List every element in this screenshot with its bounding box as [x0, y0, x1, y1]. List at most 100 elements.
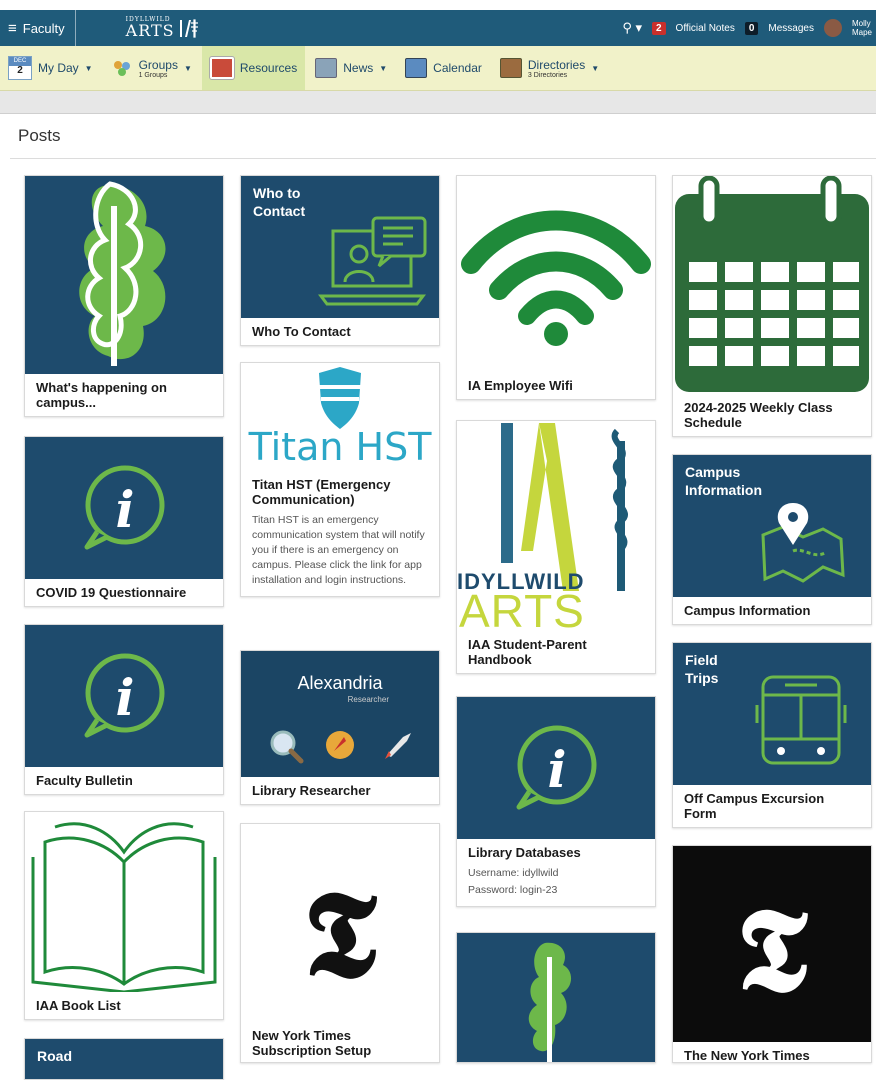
card-thumbnail — [457, 176, 655, 372]
chevron-down-icon: ▼ — [84, 63, 93, 73]
card-title: IA Employee Wifi — [468, 378, 573, 393]
tree-icon — [79, 181, 166, 366]
post-card-tree[interactable] — [456, 932, 656, 1063]
nav-resources[interactable]: Resources — [201, 46, 306, 90]
card-thumbnail: Road — [25, 1039, 223, 1079]
post-card-who-contact[interactable]: Who to Contact Who To Contact — [240, 175, 440, 346]
nav-resources-label: Resources — [239, 61, 298, 75]
search-icon[interactable]: ⚲ ▾ — [622, 20, 642, 36]
nav-groups-count: 1 Groups — [138, 71, 168, 79]
date-day: 2 — [17, 65, 23, 76]
handbook-logo-bottom: ARTS — [459, 585, 585, 631]
card-thumb-text: Who to Contact — [253, 185, 306, 219]
official-notes-link[interactable]: Official Notes — [676, 23, 735, 34]
post-card-schedule[interactable]: 2024-2025 Weekly Class Schedule — [672, 175, 872, 437]
card-thumbnail: 𝕿 — [241, 824, 439, 1022]
chevron-down-icon: ▼ — [183, 63, 192, 73]
nav-groups[interactable]: Groups 1 Groups ▼ — [103, 46, 200, 90]
user-first-name: Molly — [851, 19, 871, 28]
post-card-handbook[interactable]: IDYLLWILD ARTS IAA Student-Parent Handbo… — [456, 420, 656, 674]
date-icon: DEC 2 — [8, 56, 32, 80]
calendar-icon — [675, 176, 869, 392]
card-title: The New York Times — [684, 1048, 810, 1063]
sub-toolbar — [0, 91, 876, 114]
avatar[interactable] — [823, 19, 842, 37]
post-card-wifi[interactable]: IA Employee Wifi — [456, 175, 656, 400]
messages-count[interactable]: 0 — [744, 21, 759, 35]
card-description: Titan HST is an emergency communication … — [252, 514, 425, 586]
brand-tree-icon — [179, 19, 198, 38]
card-title: COVID 19 Questionnaire — [36, 585, 187, 600]
card-thumbnail: 𝕿 — [673, 846, 871, 1042]
nav-groups-label: Groups — [138, 57, 178, 72]
card-thumb-text: Field Trips — [685, 652, 719, 686]
post-card-campus-info[interactable]: Campus Information Campus Information — [672, 454, 872, 625]
post-card-field-trips[interactable]: Field Trips Off Campus Excursion Form — [672, 642, 872, 828]
card-username: Username: idyllwild — [468, 867, 559, 879]
official-notes-count[interactable]: 2 — [651, 21, 666, 35]
user-name[interactable]: Molly Mape — [852, 19, 872, 37]
card-title: What's happening on campus... — [36, 380, 167, 410]
info-icon: i — [84, 653, 165, 738]
post-card-covid[interactable]: i COVID 19 Questionnaire — [24, 436, 224, 607]
card-thumbnail: i — [25, 625, 223, 767]
nav-my-day-label: My Day — [38, 61, 79, 75]
card-thumbnail: i — [25, 437, 223, 579]
card-thumbnail: Titan HST — [241, 363, 439, 471]
post-card-library-researcher[interactable]: Alexandria Researcher Library Researcher — [240, 650, 440, 805]
nav-news-label: News — [343, 61, 374, 75]
alexandria-logo-text: Alexandria — [297, 673, 383, 693]
faculty-label: Faculty — [22, 20, 65, 36]
post-card-book-list[interactable]: IAA Book List — [24, 811, 224, 1020]
shield-icon — [319, 367, 361, 429]
post-card-library-databases[interactable]: i Library Databases Username: idyllwild … — [456, 696, 656, 907]
nav-calendar[interactable]: Calendar — [397, 46, 490, 90]
hamburger-icon: ≡ — [8, 19, 17, 37]
post-card-bulletin[interactable]: i Faculty Bulletin — [24, 624, 224, 795]
researcher-icons — [270, 730, 411, 764]
divider — [10, 158, 876, 159]
nav-directories[interactable]: Directories 3 Directories ▼ — [492, 46, 607, 90]
page-title: Posts — [18, 126, 61, 145]
card-thumbnail: Campus Information — [673, 455, 871, 597]
card-title: Campus Information — [684, 603, 811, 618]
card-title: Titan HST (Emergency Communication) — [252, 477, 391, 507]
tree-icon — [528, 942, 572, 1062]
alexandria-sub-text: Researcher — [347, 695, 389, 704]
resources-icon — [209, 57, 234, 79]
svg-text:i: i — [116, 480, 135, 539]
brand-big: ARTS — [125, 21, 175, 40]
post-card-road[interactable]: Road — [24, 1038, 224, 1080]
groups-icon — [113, 61, 130, 76]
nav-my-day[interactable]: DEC 2 My Day ▼ — [0, 46, 101, 90]
card-thumbnail: Field Trips — [673, 643, 871, 785]
post-card-nyt-setup[interactable]: 𝕿 New York Times Subscription Setup — [240, 823, 440, 1063]
card-title: Faculty Bulletin — [36, 773, 133, 788]
chevron-down-icon: ▼ — [379, 63, 388, 73]
directories-icon — [499, 58, 522, 78]
post-card-titan[interactable]: Titan HST Titan HST (Emergency Communica… — [240, 362, 440, 597]
card-thumb-text: Road — [37, 1048, 72, 1064]
info-icon: i — [84, 465, 165, 550]
card-thumb-text: Campus Information — [685, 464, 762, 498]
card-thumbnail — [457, 933, 655, 1062]
top-bar: ≡ Faculty IDYLLWILD ARTS ⚲ ▾ 2 Official … — [0, 10, 876, 46]
faculty-menu-button[interactable]: ≡ Faculty — [0, 10, 76, 46]
brand-logo[interactable]: IDYLLWILD ARTS — [126, 17, 200, 39]
post-card-happening[interactable]: What's happening on campus... — [24, 175, 224, 417]
card-thumbnail — [673, 176, 871, 394]
calendar-icon — [405, 58, 428, 78]
messages-link[interactable]: Messages — [768, 23, 814, 34]
nav-news[interactable]: News ▼ — [307, 46, 395, 90]
post-card-nyt[interactable]: 𝕿 The New York Times — [672, 845, 872, 1063]
card-thumbnail: IDYLLWILD ARTS — [457, 421, 655, 631]
card-title: Library Databases — [468, 845, 581, 860]
card-thumbnail — [25, 176, 223, 374]
info-icon: i — [516, 725, 597, 810]
card-thumbnail — [25, 812, 223, 992]
card-thumbnail: Who to Contact — [241, 176, 439, 318]
card-title: New York Times Subscription Setup — [252, 1028, 372, 1058]
chevron-down-icon: ▼ — [591, 63, 600, 73]
card-title: Who To Contact — [252, 324, 351, 339]
svg-text:i: i — [548, 740, 567, 799]
